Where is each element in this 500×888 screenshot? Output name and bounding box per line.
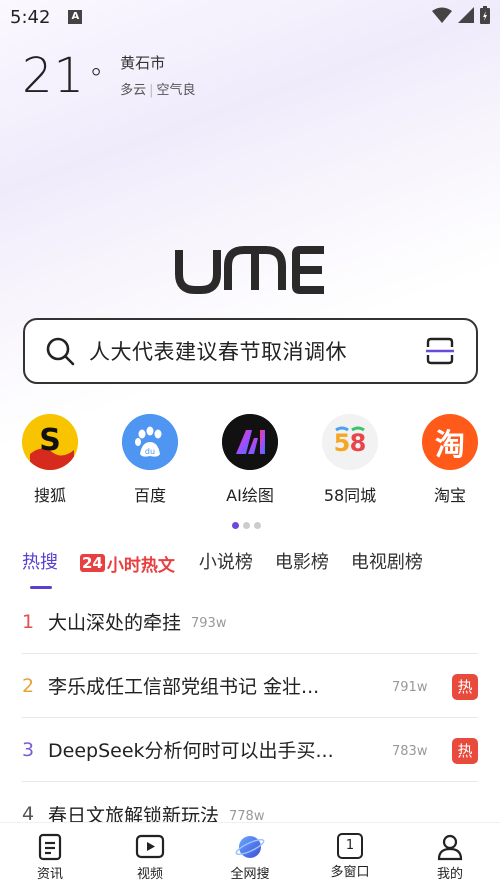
nav-label: 视频 [136,867,163,882]
taobao-icon: 淘 [422,414,478,470]
list-item[interactable]: 2 李乐成任工信部党组书记 金壮... 791w 热 [22,654,478,718]
search-bar[interactable]: 人大代表建议春节取消调休 [23,318,478,384]
item-count: 791w [392,680,428,695]
shortcut-baidu[interactable]: du 百度 [100,414,200,506]
nav-search-all[interactable]: 全网搜 [200,823,300,888]
nav-windows[interactable]: 1 多窗口 [300,823,400,888]
58-icon: 5 8 [322,414,378,470]
status-bar: 5:42 A [0,0,500,34]
nav-video[interactable]: 视频 [100,823,200,888]
bottom-nav: 资讯 视频 全网搜 1 多窗口 我的 [0,822,500,888]
shortcut-ai-draw[interactable]: AI绘图 [200,414,300,506]
shortcut-sohu[interactable]: S 搜狐 [0,414,100,506]
nav-label: 资讯 [36,867,63,882]
nav-label: 我的 [436,867,463,882]
svg-text:S: S [39,423,61,458]
hot-badge: 热 [452,738,478,764]
hot-badge: 热 [452,674,478,700]
tab-movie-rank[interactable]: 电影榜 [275,548,329,578]
weather-condition: 多云 | 空气良 [120,83,196,98]
tab-hot-search[interactable]: 热搜 [22,548,58,589]
baidu-icon: du [122,414,178,470]
nav-profile[interactable]: 我的 [400,823,500,888]
shortcut-label: 58同城 [323,486,377,505]
scan-icon[interactable] [424,336,456,366]
item-title: 大山深处的牵挂 [48,612,182,634]
city-name: 黄石市 [120,54,166,72]
list-item[interactable]: 3 DeepSeek分析何时可以出手买... 783w 热 [22,718,478,782]
planet-icon [235,836,265,858]
hot-search-list: 1 大山深处的牵挂 793w 2 李乐成任工信部党组书记 金壮... 791w … [22,590,478,846]
shortcut-label: 搜狐 [33,486,66,505]
nav-news[interactable]: 资讯 [0,823,100,888]
list-item[interactable]: 1 大山深处的牵挂 793w [22,590,478,654]
page-dot [254,522,261,529]
signal-icon [458,7,474,23]
item-title: DeepSeek分析何时可以出手买... [48,740,334,762]
window-icon: 1 [337,833,363,859]
profile-icon [437,834,463,861]
page-dot-active [232,522,239,529]
nav-label: 全网搜 [230,867,270,882]
search-icon [46,337,75,366]
rank-number: 1 [22,610,35,633]
news-icon [38,833,62,861]
video-icon [135,834,165,859]
page-indicator [232,522,261,529]
temperature: 21 ° [22,48,105,104]
tab-tv-rank[interactable]: 电视剧榜 [351,548,423,578]
shortcut-grid: S 搜狐 du 百度 AI绘图 5 8 58同城 淘 淘宝 [0,414,500,506]
weather-widget[interactable]: 21 ° 黄石市 多云 | 空气良 [22,50,196,109]
page-dot [243,522,250,529]
shortcut-label: 淘宝 [433,486,466,505]
tab-novel-rank[interactable]: 小说榜 [199,548,253,578]
weather-info: 黄石市 多云 | 空气良 [120,52,195,109]
notification-icon: A [68,10,83,24]
item-title: 李乐成任工信部党组书记 金壮... [48,676,320,698]
shortcut-taobao[interactable]: 淘 淘宝 [400,414,500,506]
sohu-icon: S [22,414,78,470]
tab-24h-hot[interactable]: 24 小时热文 [80,551,175,576]
wifi-icon [432,7,452,23]
ume-logo [175,246,324,294]
svg-text:du: du [145,447,155,456]
svg-text:5: 5 [334,429,351,457]
battery-icon [480,6,490,24]
rank-number: 3 [22,738,35,761]
shortcut-label: 百度 [133,486,166,505]
ai-draw-icon [222,414,278,470]
shortcut-58[interactable]: 5 8 58同城 [300,414,400,506]
rank-number: 2 [22,674,35,697]
svg-text:8: 8 [350,429,367,457]
status-icons [432,6,490,24]
status-time: 5:42 [10,6,51,28]
ranking-tabs: 热搜 24 小时热文 小说榜 电影榜 电视剧榜 [22,548,445,589]
air-quality: 空气良 [156,83,196,98]
shortcut-label: AI绘图 [226,486,274,505]
nav-label: 多窗口 [330,865,370,880]
item-count: 793w [191,616,227,631]
item-count: 783w [392,744,428,759]
degree-symbol: ° [89,62,105,95]
search-query: 人大代表建议春节取消调休 [89,340,347,364]
